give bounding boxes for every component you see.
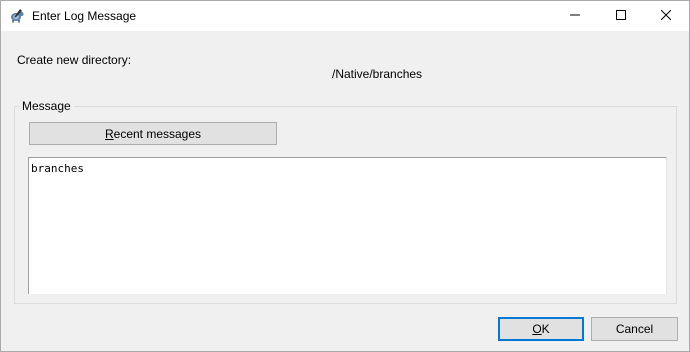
tortoise-svn-icon (9, 8, 25, 24)
maximize-button[interactable] (598, 1, 644, 31)
target-path: /Native/branches (332, 67, 423, 81)
close-icon (660, 9, 672, 23)
cancel-button[interactable]: Cancel (591, 317, 678, 341)
close-button[interactable] (643, 1, 689, 31)
ok-button[interactable]: OK (498, 317, 584, 341)
cancel-label: Cancel (615, 322, 654, 336)
recent-messages-label: Recent messages (104, 126, 202, 141)
message-group-legend: Message (19, 99, 74, 113)
minimize-button[interactable] (552, 1, 598, 31)
window-title: Enter Log Message (32, 9, 137, 23)
minimize-icon (570, 9, 580, 23)
title-bar[interactable]: Enter Log Message (1, 1, 689, 31)
dialog-window: Enter Log Message Create new directory: … (0, 0, 690, 352)
ok-label: OK (532, 322, 550, 336)
maximize-icon (616, 9, 626, 23)
action-label: Create new directory: (17, 53, 132, 67)
log-message-textarea[interactable]: branches (28, 157, 667, 294)
recent-messages-button[interactable]: Recent messages (29, 122, 277, 145)
